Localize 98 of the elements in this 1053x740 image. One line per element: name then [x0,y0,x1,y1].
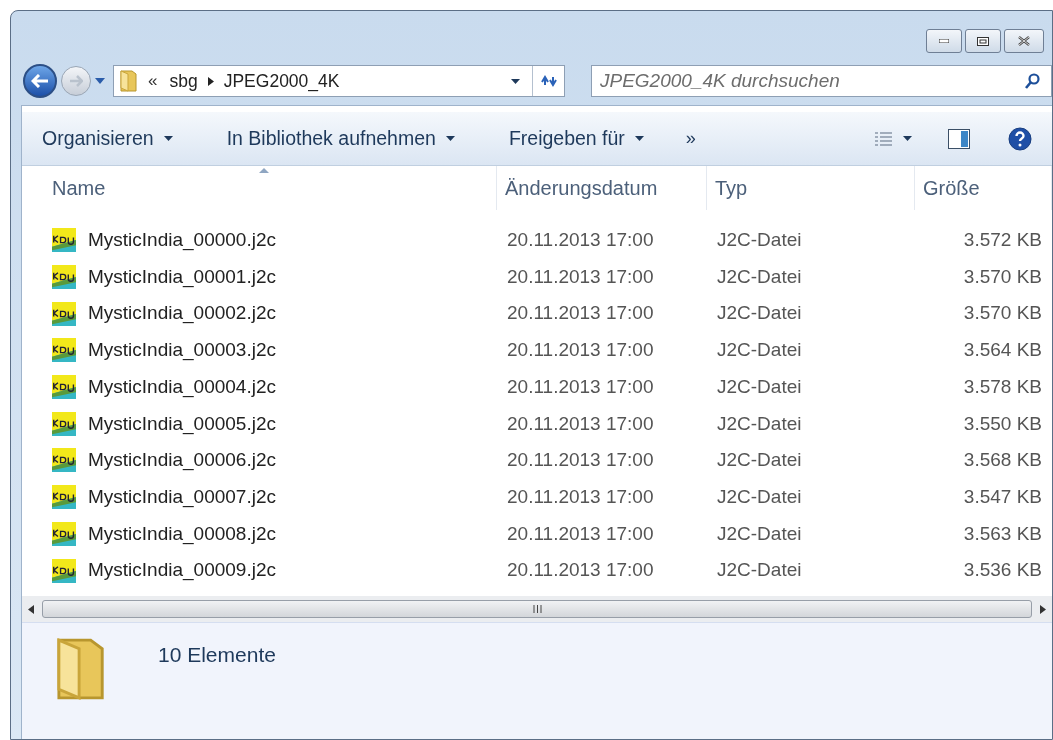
file-name: MysticIndia_00007.j2c [88,484,276,510]
column-header[interactable]: Name [22,166,497,210]
horizontal-scrollbar[interactable] [22,596,1052,622]
file-name: MysticIndia_00008.j2c [88,521,276,547]
file-name: MysticIndia_00006.j2c [88,448,276,473]
grip-icon [532,605,542,613]
details-view-icon [875,131,893,146]
caret-icon [511,78,520,84]
file-size: 3.572 KB [962,228,1043,253]
back-button[interactable] [23,64,57,98]
toolbar-menu-button[interactable]: Freigeben für [508,123,644,154]
search-icon [1025,73,1041,89]
toolbar-menu-button[interactable]: In Bibliothek aufnehmen [226,123,455,154]
more-commands-button[interactable]: » [685,125,696,152]
preview-pane-icon[interactable] [948,128,970,149]
modified-date: 20.11.2013 17:00 [506,448,655,473]
file-icon [52,521,76,546]
scroll-right-icon[interactable] [1040,604,1046,614]
column-header[interactable]: Typ [707,166,915,210]
toolbar-menu-button[interactable]: Organisieren [42,123,173,154]
maximize-button[interactable] [965,29,1001,53]
file-type: J2C-Datei [716,228,803,253]
file-size: 3.547 KB [962,484,1043,509]
help-icon[interactable] [1008,126,1032,151]
file-row[interactable]: MysticIndia_00006.j2c 20.11.2013 17:00 J2C-Datei 3.568 KB [22,442,1052,479]
modified-date: 20.11.2013 17:00 [506,558,655,583]
file-size: 3.568 KB [962,448,1043,473]
file-size: 3.563 KB [962,521,1043,546]
caret-icon [903,136,912,141]
file-type: J2C-Datei [716,448,803,473]
file-name: MysticIndia_00004.j2c [88,374,276,400]
file-name: MysticIndia_00002.j2c [88,301,276,326]
modified-date: 20.11.2013 17:00 [506,411,655,436]
breadcrumb-item[interactable]: JPEG2000_4K [223,67,340,95]
column-header[interactable]: Größe [915,166,1052,210]
restore-icon [977,36,989,46]
breadcrumb-item[interactable]: sbg [169,67,198,95]
modified-date: 20.11.2013 17:00 [506,228,655,253]
back-arrow-icon [31,74,49,88]
file-icon [52,338,76,363]
modified-date: 20.11.2013 17:00 [506,374,655,399]
file-row[interactable]: MysticIndia_00008.j2c 20.11.2013 17:00 J2C-Datei 3.563 KB [22,515,1052,553]
file-type: J2C-Datei [716,558,803,583]
file-icon [52,228,76,253]
column-header[interactable]: Änderungsdatum [497,166,707,210]
scrollbar-thumb[interactable] [42,600,1032,618]
file-size: 3.550 KB [962,411,1043,436]
file-icon [52,265,76,290]
file-size: 3.570 KB [962,301,1043,326]
item-count: 10 Elemente [158,642,276,668]
view-options-button[interactable] [875,131,912,146]
history-caret-icon[interactable] [95,78,105,84]
minimize-button[interactable] [926,29,962,53]
file-type: J2C-Datei [716,338,803,363]
file-icon [52,301,76,326]
file-icon [52,411,76,436]
file-row[interactable]: MysticIndia_00002.j2c 20.11.2013 17:00 J2C-Datei 3.570 KB [22,295,1052,333]
minimize-icon [939,39,949,43]
modified-date: 20.11.2013 17:00 [506,301,655,326]
file-type: J2C-Datei [716,484,803,509]
file-name: MysticIndia_00001.j2c [88,264,276,290]
file-row[interactable]: MysticIndia_00009.j2c 20.11.2013 17:00 J2C-Datei 3.536 KB [22,552,1052,589]
breadcrumb-overflow[interactable]: « [148,68,158,94]
file-icon [52,448,76,473]
file-row[interactable]: MysticIndia_00001.j2c 20.11.2013 17:00 J2C-Datei 3.570 KB [22,258,1052,296]
address-bar[interactable]: « sbg JPEG2000_4K [113,65,565,97]
file-row[interactable]: MysticIndia_00004.j2c 20.11.2013 17:00 J2C-Datei 3.578 KB [22,368,1052,406]
file-row[interactable]: MysticIndia_00003.j2c 20.11.2013 17:00 J2C-Datei 3.564 KB [22,332,1052,369]
file-size: 3.564 KB [962,338,1043,363]
file-icon [52,485,76,510]
file-row[interactable]: MysticIndia_00000.j2c 20.11.2013 17:00 J2C-Datei 3.572 KB [22,222,1052,259]
file-name: MysticIndia_00000.j2c [88,228,276,253]
modified-date: 20.11.2013 17:00 [506,521,655,546]
close-button[interactable] [1004,29,1044,53]
modified-date: 20.11.2013 17:00 [506,338,655,363]
close-icon [1018,36,1030,46]
refresh-icon [539,74,558,88]
file-size: 3.570 KB [962,264,1043,289]
file-type: J2C-Datei [716,521,803,546]
file-row[interactable]: MysticIndia_00007.j2c 20.11.2013 17:00 J2C-Datei 3.547 KB [22,478,1052,516]
modified-date: 20.11.2013 17:00 [506,484,655,509]
file-type: J2C-Datei [716,264,803,289]
file-name: MysticIndia_00005.j2c [88,411,276,437]
file-icon [52,375,76,400]
file-name: MysticIndia_00003.j2c [88,338,276,363]
folder-icon [120,70,138,92]
forward-arrow-icon [69,75,83,87]
breadcrumb-arrow-icon[interactable] [207,76,214,86]
file-row[interactable]: MysticIndia_00005.j2c 20.11.2013 17:00 J2C-Datei 3.550 KB [22,405,1052,443]
file-name: MysticIndia_00009.j2c [88,558,276,583]
scroll-left-icon[interactable] [28,604,34,614]
file-size: 3.536 KB [962,558,1043,583]
file-icon [52,558,76,583]
modified-date: 20.11.2013 17:00 [506,264,655,289]
file-type: J2C-Datei [716,301,803,326]
file-type: J2C-Datei [716,374,803,399]
file-type: J2C-Datei [716,411,803,436]
file-size: 3.578 KB [962,374,1043,399]
